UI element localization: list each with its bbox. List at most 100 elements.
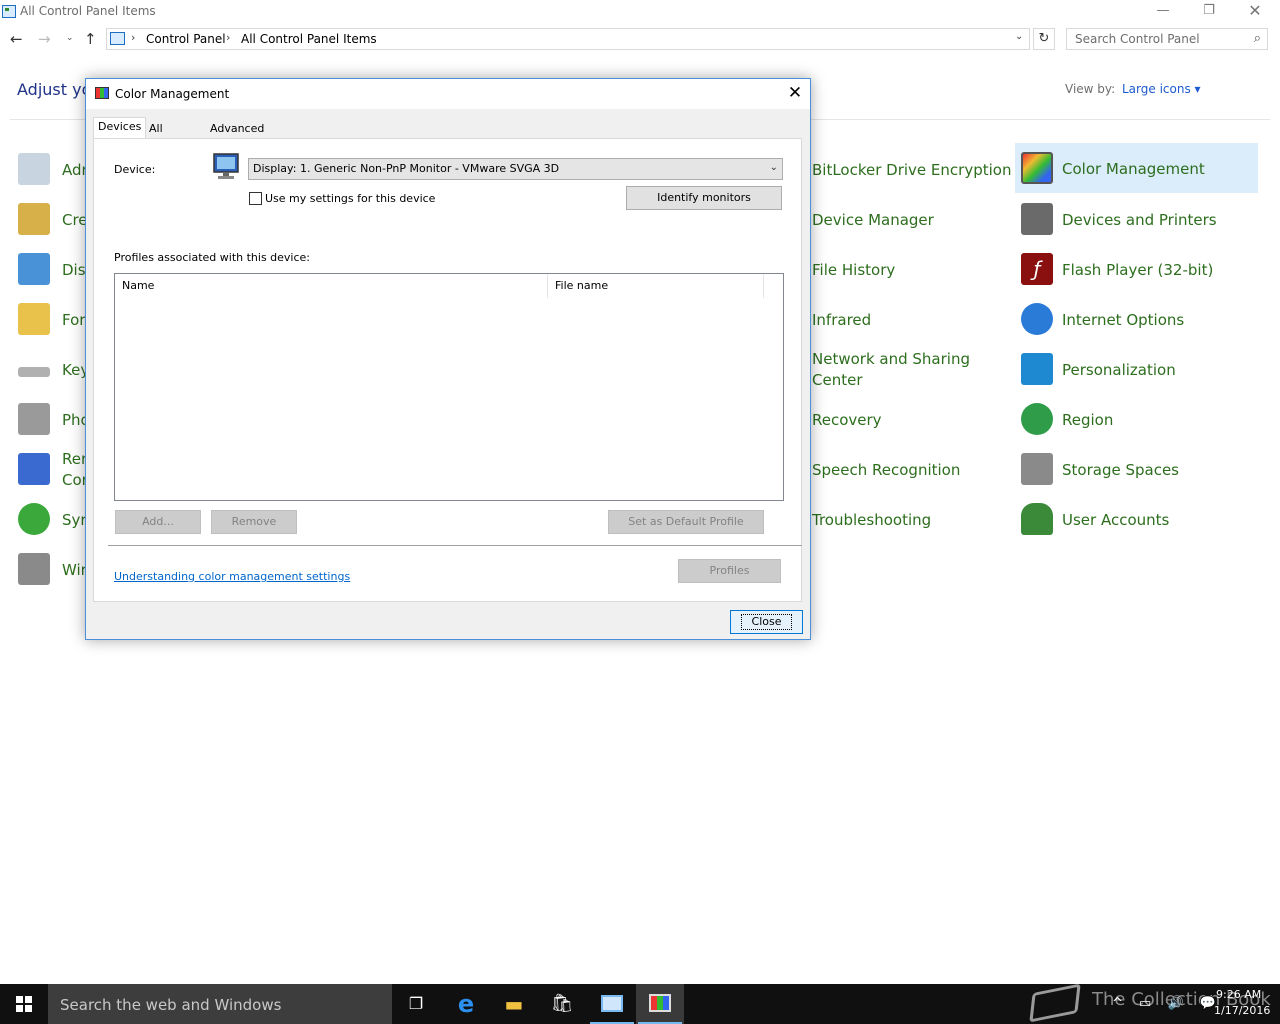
cp-item-remoteapp[interactable]: Rer Cor [12, 445, 92, 491]
help-link[interactable]: Understanding color management settings [114, 570, 350, 583]
column-file-name[interactable]: File name [548, 274, 764, 298]
breadcrumb-control-panel[interactable]: Control Panel [146, 32, 226, 46]
phone-modem-icon [18, 403, 50, 435]
use-my-settings-checkbox[interactable] [249, 192, 262, 205]
control-panel-taskbar-button[interactable] [588, 984, 636, 1024]
cp-item-internet-options[interactable]: Internet Options [1015, 295, 1258, 341]
clock-date[interactable]: 1/17/2016 [1214, 1004, 1270, 1017]
cp-item-user-accounts[interactable]: User Accounts [1015, 495, 1258, 541]
control-panel-icon [110, 32, 125, 45]
windows-logo-icon [16, 996, 32, 1012]
color-management-taskbar-button[interactable] [636, 984, 684, 1024]
sync-center-icon [18, 503, 50, 535]
admin-tools-icon [18, 153, 50, 185]
column-name[interactable]: Name [115, 274, 548, 298]
taskbar-search-input[interactable]: Search the web and Windows [48, 984, 392, 1024]
tab-all-profiles[interactable]: All Profiles [144, 119, 194, 153]
refresh-button[interactable]: ↻ [1033, 28, 1055, 50]
internet-options-icon [1021, 303, 1053, 335]
book-logo-icon [1029, 983, 1081, 1023]
display-icon [18, 253, 50, 285]
search-icon[interactable]: ⌕ [1254, 31, 1261, 46]
edge-icon: e [457, 990, 475, 1018]
back-button[interactable]: ← [10, 30, 23, 48]
taskbar: Search the web and Windows ❐ e ▬ 🛍 The C… [0, 983, 1280, 1024]
cp-item-display[interactable]: Dis [12, 245, 92, 291]
dialog-title: Color Management [115, 87, 230, 101]
close-window-button[interactable]: ✕ [1232, 0, 1278, 24]
system-tray-icons[interactable]: ^ ▭ 🔊 💬 [1112, 996, 1222, 1011]
page-heading: Adjust yo [17, 80, 92, 99]
start-button[interactable] [0, 984, 48, 1024]
color-management-dialog: Color Management ✕ Devices All Profiles … [85, 78, 811, 640]
maximize-button[interactable]: ❐ [1186, 0, 1232, 24]
close-dialog-button[interactable]: Close [730, 610, 803, 634]
recent-locations-button[interactable]: ⌄ [66, 33, 74, 43]
clock-time[interactable]: 9:26 AM [1216, 988, 1261, 1001]
file-explorer-taskbar-button[interactable]: ▬ [490, 984, 538, 1024]
color-management-icon [95, 87, 109, 99]
close-dialog-label: Close [740, 614, 793, 630]
task-view-icon: ❐ [408, 994, 424, 1013]
device-dropdown[interactable]: Display: 1. Generic Non-PnP Monitor - VM… [248, 158, 783, 180]
windows-firewall-icon [18, 553, 50, 585]
profiles-button[interactable]: Profiles [678, 559, 781, 583]
breadcrumb-separator[interactable]: › [226, 31, 230, 44]
cp-item-flash-player[interactable]: ƒ Flash Player (32-bit) [1015, 245, 1258, 291]
cp-item-personalization[interactable]: Personalization [1015, 345, 1258, 391]
tab-devices[interactable]: Devices [93, 117, 147, 139]
cp-item-fonts[interactable]: For [12, 295, 92, 341]
cp-item-administrative-tools[interactable]: Adr [12, 145, 92, 191]
forward-button[interactable]: → [38, 30, 51, 48]
set-default-profile-button[interactable]: Set as Default Profile [608, 510, 764, 534]
cp-item-region[interactable]: Region [1015, 395, 1258, 441]
cp-item-storage-spaces[interactable]: Storage Spaces [1015, 445, 1258, 491]
search-placeholder: Search Control Panel [1075, 32, 1200, 46]
taskbar-search-placeholder: Search the web and Windows [60, 996, 282, 1014]
cp-item-sync-center[interactable]: Syr [12, 495, 92, 541]
up-button[interactable]: ↑ [84, 30, 97, 48]
dialog-titlebar: Color Management ✕ [86, 79, 810, 109]
dialog-separator [108, 545, 802, 546]
device-selected-value: Display: 1. Generic Non-PnP Monitor - VM… [253, 162, 560, 175]
add-profile-button[interactable]: Add... [115, 510, 201, 534]
use-my-settings-label[interactable]: Use my settings for this device [265, 192, 435, 205]
profiles-associated-label: Profiles associated with this device: [114, 251, 311, 264]
profiles-list[interactable]: Name File name [114, 273, 784, 501]
monitor-icon [213, 153, 239, 179]
search-input[interactable]: Search Control Panel ⌕ [1066, 28, 1268, 50]
remoteapp-icon [18, 453, 50, 485]
flash-icon: ƒ [1021, 253, 1053, 285]
breadcrumb-all-items[interactable]: All Control Panel Items [241, 32, 377, 46]
address-dropdown-button[interactable]: ⌄ [1015, 31, 1023, 42]
control-panel-icon [601, 995, 623, 1012]
task-view-button[interactable]: ❐ [392, 984, 440, 1024]
breadcrumb-separator[interactable]: › [131, 31, 135, 44]
fonts-icon [18, 303, 50, 335]
cp-item-color-management[interactable]: Color Management [1015, 143, 1258, 193]
storage-spaces-icon [1021, 453, 1053, 485]
store-taskbar-button[interactable]: 🛍 [538, 984, 586, 1024]
chevron-down-icon: ⌄ [769, 162, 778, 173]
keyboard-icon [18, 367, 50, 377]
cp-item-credential-manager[interactable]: Cre [12, 195, 92, 241]
edge-taskbar-button[interactable]: e [442, 984, 490, 1024]
cp-item-phone-modem[interactable]: Pho [12, 395, 92, 441]
printer-icon [1021, 203, 1053, 235]
color-management-icon [649, 994, 671, 1012]
user-accounts-icon [1021, 503, 1053, 535]
identify-monitors-button[interactable]: Identify monitors [626, 186, 782, 210]
view-by-dropdown[interactable]: Large icons ▾ [1122, 82, 1201, 96]
cp-item-windows-firewall[interactable]: Wir [12, 545, 92, 591]
personalization-icon [1021, 353, 1053, 385]
address-bar[interactable]: › Control Panel › All Control Panel Item… [106, 28, 1030, 50]
minimize-button[interactable]: — [1140, 0, 1186, 24]
control-panel-icon [2, 5, 16, 18]
tab-advanced[interactable]: Advanced [205, 119, 269, 139]
navigation-bar: ← → ⌄ ↑ › Control Panel › All Control Pa… [0, 24, 1280, 56]
credential-manager-icon [18, 203, 50, 235]
cp-item-devices-printers[interactable]: Devices and Printers [1015, 195, 1258, 241]
cp-item-keyboard[interactable]: Key [12, 345, 92, 391]
dialog-close-icon[interactable]: ✕ [782, 82, 808, 106]
remove-profile-button[interactable]: Remove [211, 510, 297, 534]
